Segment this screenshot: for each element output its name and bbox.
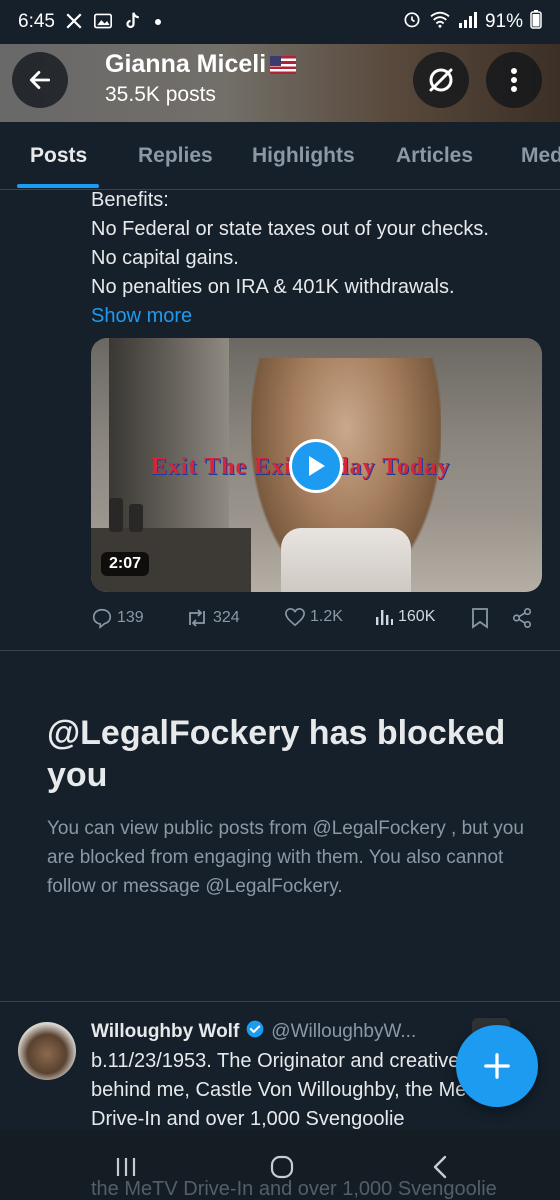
tab-media[interactable]: Media	[521, 122, 560, 189]
recent-apps-icon	[116, 1158, 136, 1176]
share-icon	[512, 608, 532, 628]
blocked-description: You can view public posts from @LegalFoc…	[47, 818, 524, 897]
avatar[interactable]	[18, 1022, 76, 1080]
post-video[interactable]: Exit The Exit Today Today 2:07	[91, 338, 542, 592]
repost-button[interactable]: 324	[185, 607, 240, 629]
more-vertical-icon	[511, 68, 517, 92]
reply-button[interactable]: 139	[91, 607, 144, 629]
views-button[interactable]: 160K	[374, 607, 435, 627]
play-icon	[309, 456, 325, 476]
status-bar: 6:45 91%	[0, 0, 560, 44]
grok-icon	[429, 68, 453, 92]
tab-articles[interactable]: Articles	[396, 122, 473, 189]
battery-percent: 91%	[484, 11, 523, 32]
tab-posts[interactable]: Posts	[30, 122, 87, 189]
system-back-icon	[433, 1155, 447, 1179]
us-flag-icon	[270, 55, 297, 74]
post-header: Willoughby Wolf @WilloughbyW...	[91, 1019, 511, 1045]
blocked-notice: @LegalFockery has blocked you You can vi…	[47, 712, 527, 901]
reply-count: 139	[117, 609, 144, 626]
video-duration: 2:07	[101, 552, 150, 576]
like-button[interactable]: 1.2K	[284, 607, 343, 627]
alarm-icon	[402, 9, 422, 35]
notification-dot	[154, 19, 161, 25]
post-text: Benefits: No Federal or state taxes out …	[91, 186, 541, 331]
repost-count: 324	[213, 609, 240, 626]
tab-replies[interactable]: Replies	[138, 122, 213, 189]
video-background-bottle	[109, 498, 123, 532]
show-more-link[interactable]: Show more	[91, 302, 541, 331]
post-line: No Federal or state taxes out of your ch…	[91, 218, 489, 240]
tab-highlights[interactable]: Highlights	[252, 122, 355, 189]
blocked-title: @LegalFockery has blocked you	[47, 714, 506, 794]
status-time: 6:45	[18, 11, 55, 32]
profile-name: Gianna Miceli	[105, 50, 267, 78]
verified-badge-icon	[245, 1019, 265, 1045]
home-icon	[270, 1155, 294, 1179]
back-button[interactable]	[12, 52, 68, 108]
share-button[interactable]	[511, 607, 533, 629]
profile-tabs: Posts Replies Highlights Articles Media	[0, 122, 560, 190]
grok-button[interactable]	[413, 52, 469, 108]
author-handle[interactable]: @WilloughbyW...	[271, 1021, 416, 1043]
views-icon	[376, 610, 393, 625]
back-arrow-icon	[29, 71, 51, 89]
section-divider	[0, 1001, 560, 1002]
repost-icon	[189, 609, 205, 627]
like-count: 1.2K	[310, 608, 343, 625]
plus-icon	[484, 1053, 510, 1079]
bookmark-icon	[472, 608, 488, 629]
post-line: No penalties on IRA & 401K withdrawals.	[91, 276, 455, 298]
gallery-icon	[93, 12, 113, 33]
video-background-bottle	[129, 504, 143, 532]
profile-header: Gianna Miceli 35.5K posts	[0, 38, 560, 122]
header-title: Gianna Miceli 35.5K posts	[105, 50, 297, 107]
post-line: Benefits:	[91, 189, 169, 211]
play-button[interactable]	[289, 439, 343, 493]
views-count: 160K	[398, 608, 436, 625]
post-divider	[0, 650, 560, 651]
compose-button[interactable]	[456, 1025, 538, 1107]
scrolled-text-behind-nav: the MeTV Drive-In and over 1,000 Svengoo…	[91, 1178, 497, 1200]
more-options-button[interactable]	[486, 52, 542, 108]
tiktok-icon	[123, 11, 141, 34]
author-name[interactable]: Willoughby Wolf	[91, 1021, 239, 1043]
post-line: No capital gains.	[91, 247, 239, 269]
battery-icon	[530, 9, 542, 35]
reply-icon	[92, 608, 112, 629]
posts-count: 35.5K posts	[105, 83, 216, 106]
x-icon	[65, 12, 83, 33]
video-subject-shirt	[281, 528, 411, 592]
wifi-icon	[429, 10, 451, 34]
heart-icon	[285, 607, 305, 627]
post-actions: 139 324 1.2K 160K	[91, 604, 541, 634]
bookmark-button[interactable]	[471, 607, 489, 629]
active-tab-indicator	[17, 184, 99, 188]
signal-icon	[458, 10, 478, 34]
